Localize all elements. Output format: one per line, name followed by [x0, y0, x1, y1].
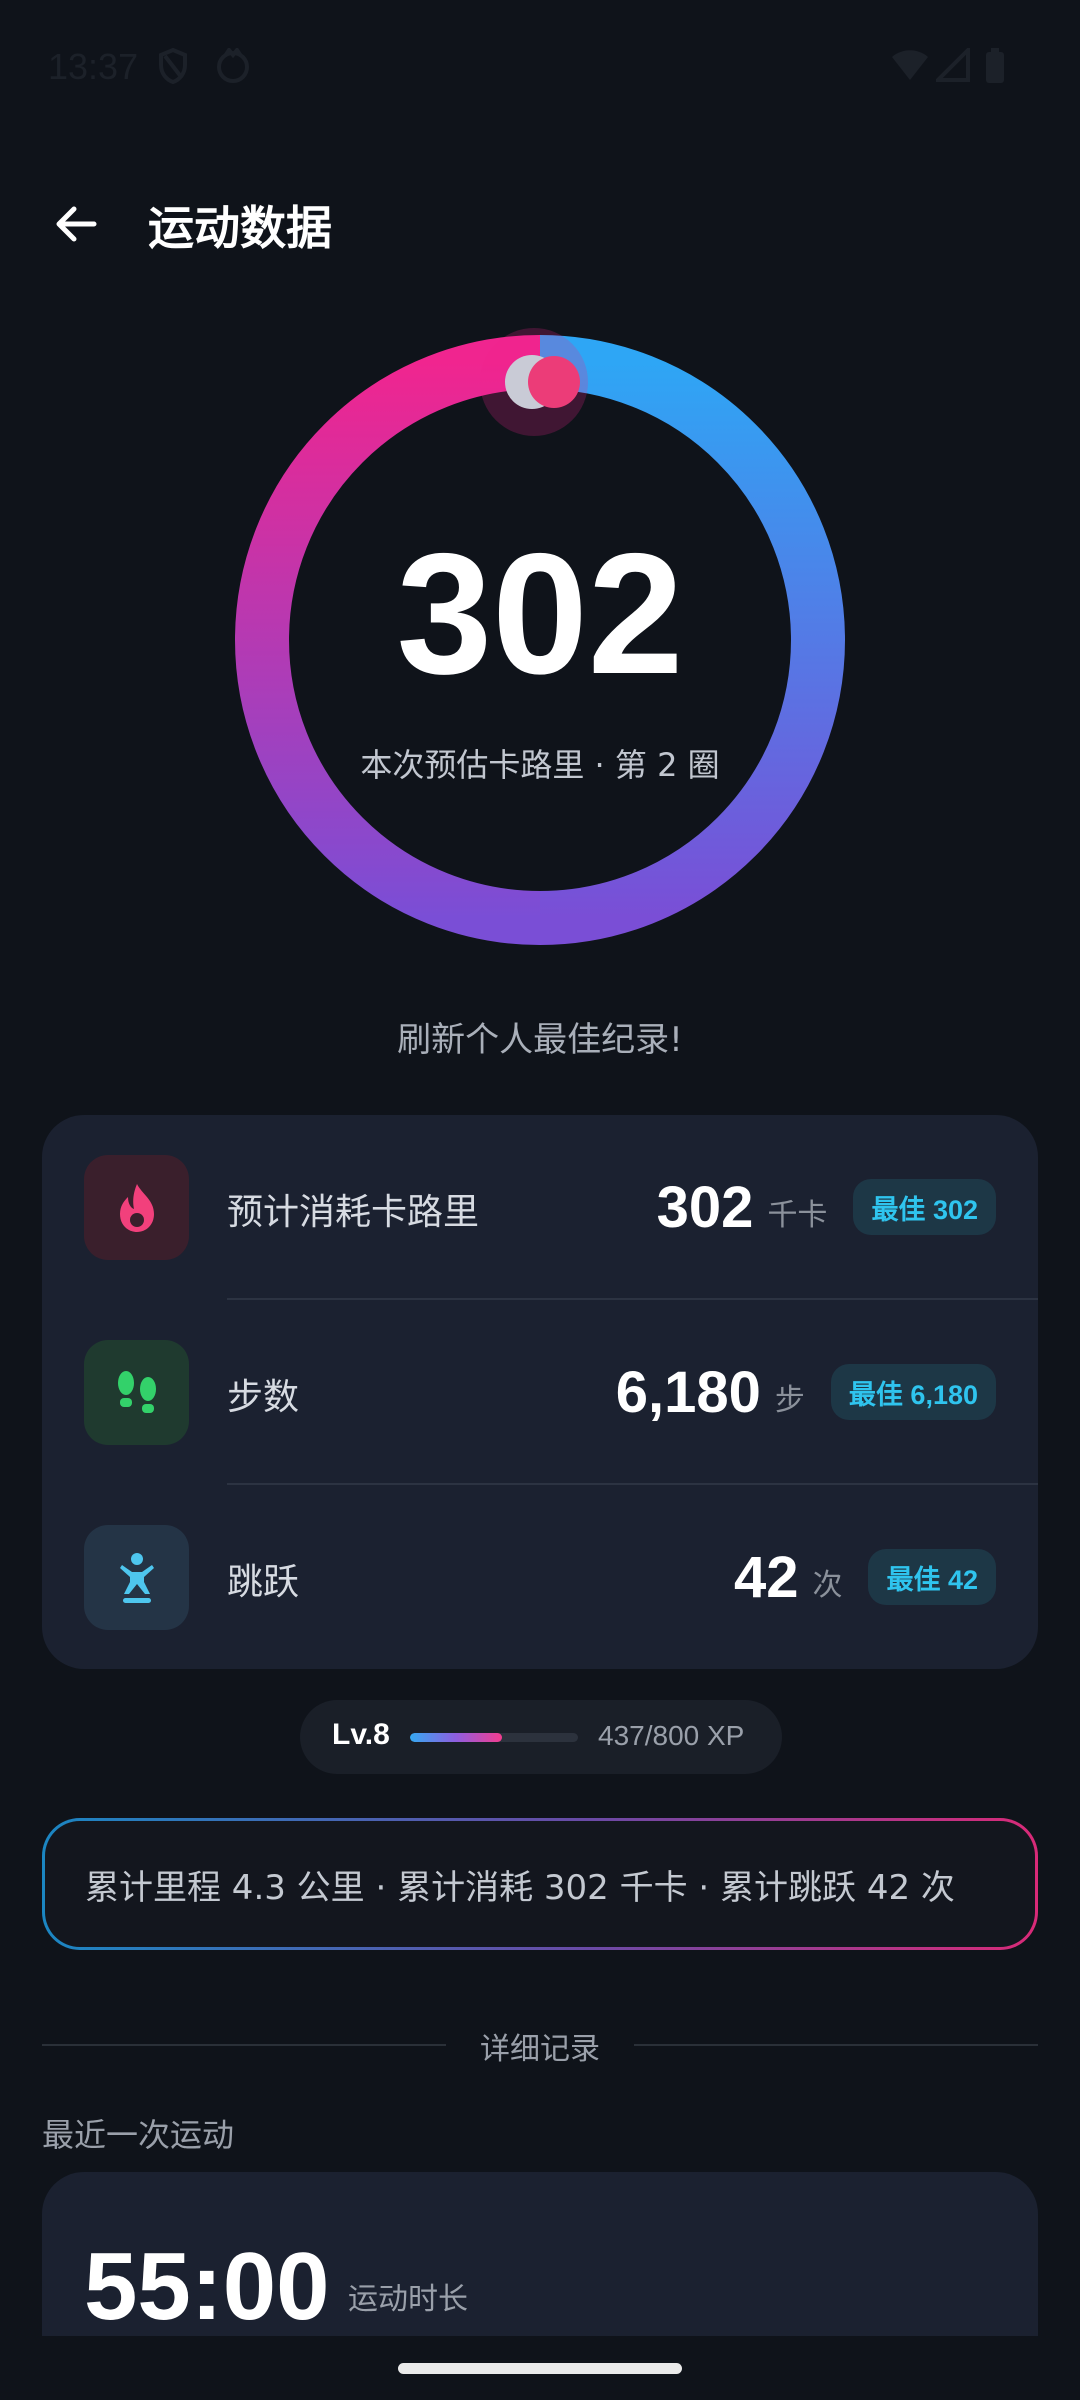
stat-row-jumps[interactable]: 跳跃 42 次 最佳 42	[42, 1485, 1038, 1670]
recent-heading: 最近一次运动	[42, 2116, 235, 2154]
calorie-subtitle: 本次预估卡路里 · 第 2 圈	[360, 746, 720, 784]
stat-label: 跳跃	[227, 1562, 300, 1603]
stat-value-group: 42 次 最佳 42	[734, 1541, 996, 1613]
section-title: 详细记录	[480, 2032, 600, 2067]
stat-row-calories[interactable]: 预计消耗卡路里 302 千卡 最佳 302	[42, 1115, 1038, 1300]
best-badge: 最佳 6,180	[830, 1364, 996, 1420]
summary-text: 累计里程 4.3 公里 · 累计消耗 302 千卡 · 累计跳跃 42 次	[85, 1867, 955, 1908]
stat-row-steps[interactable]: 步数 6,180 步 最佳 6,180	[42, 1300, 1038, 1485]
workout-duration-label: 运动时长	[348, 2282, 468, 2317]
page-title: 运动数据	[148, 202, 332, 254]
app-bar: 运动数据	[0, 170, 1080, 270]
section-divider: 详细记录	[42, 2020, 1038, 2070]
stat-label: 步数	[227, 1377, 300, 1418]
calories-icon-box	[84, 1155, 189, 1260]
jumps-icon-box	[84, 1525, 189, 1630]
activity-data-screen: 13:37 运动数据 302 本次预估卡路里 · 第 2 圈 刷新个人最佳纪录!…	[0, 0, 1080, 2400]
calorie-value: 302	[396, 518, 684, 710]
stats-card: 预计消耗卡路里 302 千卡 最佳 302 步数 6,180 步 最佳 6,18…	[42, 1115, 1038, 1669]
flame-icon	[119, 1183, 154, 1232]
stat-value: 6,180	[615, 1359, 761, 1425]
status-time: 13:37	[48, 46, 139, 87]
xp-text: 437/800 XP	[598, 1720, 745, 1751]
level-pill: Lv.8 437/800 XP	[300, 1700, 782, 1774]
summary-inner: 累计里程 4.3 公里 · 累计消耗 302 千卡 · 累计跳跃 42 次	[45, 1821, 1035, 1947]
stat-value: 302	[656, 1174, 754, 1240]
best-badge: 最佳 42	[868, 1549, 996, 1605]
jump-icon	[119, 1552, 154, 1603]
signal-icon	[936, 48, 970, 82]
calorie-ring: 302 本次预估卡路里 · 第 2 圈	[220, 320, 860, 960]
shield-icon	[159, 48, 187, 84]
stat-value-group: 302 千卡 最佳 302	[657, 1171, 996, 1243]
xp-progress-bar	[410, 1733, 578, 1742]
workout-duration: 55:00	[84, 2233, 330, 2340]
stat-unit: 千卡	[767, 1198, 828, 1233]
arrow-left-icon	[56, 206, 97, 242]
back-button[interactable]	[40, 188, 112, 260]
status-bar: 13:37	[0, 0, 1080, 140]
face-icon	[217, 48, 249, 83]
record-message: 刷新个人最佳纪录!	[397, 1020, 683, 1060]
stat-value: 42	[733, 1544, 799, 1610]
footprints-icon	[117, 1370, 156, 1413]
level-label: Lv.8	[332, 1718, 390, 1751]
home-indicator[interactable]	[398, 2363, 682, 2374]
xp-progress-fill	[410, 1733, 502, 1742]
summary-banner: 累计里程 4.3 公里 · 累计消耗 302 千卡 · 累计跳跃 42 次	[42, 1818, 1038, 1950]
ring-knob	[528, 356, 580, 408]
steps-icon-box	[84, 1340, 189, 1445]
best-badge: 最佳 302	[853, 1179, 996, 1235]
wifi-icon	[892, 50, 928, 80]
stat-unit: 步	[774, 1383, 805, 1418]
battery-icon	[986, 48, 1004, 83]
stat-value-group: 6,180 步 最佳 6,180	[616, 1356, 996, 1428]
stat-unit: 次	[812, 1568, 843, 1603]
stat-label: 预计消耗卡路里	[227, 1192, 480, 1233]
